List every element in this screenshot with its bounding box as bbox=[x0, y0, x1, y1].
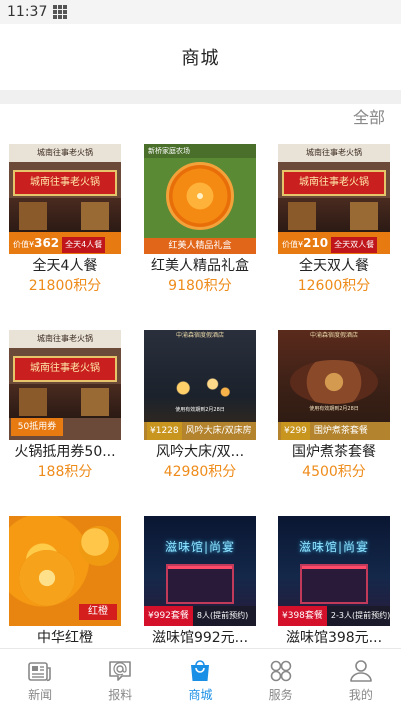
product-card[interactable]: 城南往事老火锅 城南往事老火锅 价值¥362 全天4人餐 全天4人餐 21800积… bbox=[9, 144, 121, 314]
product-title: 中华红橙 bbox=[37, 630, 93, 646]
price-value: ¥992套餐 bbox=[144, 606, 193, 626]
bottom-tabbar: 新闻 报料 商城 服务 我的 bbox=[0, 648, 401, 712]
product-image: 红橙 bbox=[9, 516, 121, 626]
gift-banner: 红美人精品礼盒 bbox=[144, 238, 256, 254]
restaurant-sign: 城南往事老火锅 bbox=[30, 363, 100, 374]
validity-caption: 使用有效期到2月28日 bbox=[309, 406, 359, 412]
tab-label: 报料 bbox=[108, 688, 133, 702]
news-icon bbox=[28, 662, 51, 682]
product-card[interactable]: 新桥家庭农场 红美人精品礼盒 红美人精品礼盒 9180积分 bbox=[144, 144, 256, 314]
product-points: 42980积分 bbox=[163, 464, 237, 480]
product-card[interactable]: 中渝森宿度假酒店 使用有效期到2月28日 ¥1228 风吟大床/双床房 风吟大床/… bbox=[144, 330, 256, 500]
price-prefix: 价值¥ bbox=[282, 240, 304, 249]
product-title: 滋味馆398元... bbox=[285, 630, 383, 646]
orange-image bbox=[19, 550, 75, 606]
tab-profile[interactable]: 我的 bbox=[321, 649, 401, 712]
product-title: 风吟大床/双... bbox=[155, 444, 245, 460]
tab-label: 商城 bbox=[188, 688, 213, 702]
profile-icon bbox=[350, 660, 372, 682]
validity-caption: 使用有效期到2月28日 bbox=[175, 407, 225, 413]
orange-image bbox=[166, 162, 234, 230]
product-title: 全天双人餐 bbox=[299, 258, 369, 274]
product-title: 全天4人餐 bbox=[32, 258, 98, 274]
restaurant-sign: 城南往事老火锅 bbox=[299, 177, 369, 188]
product-card[interactable]: 城南往事老火锅 城南往事老火锅 价值¥210 全天双人餐 全天双人餐 12600积… bbox=[278, 144, 390, 314]
product-points: 4500积分 bbox=[302, 464, 366, 480]
product-image: 中渝森宿度假酒店 使用有效期到2月28日 ¥299 围炉煮茶套餐 bbox=[278, 330, 390, 440]
price-bar: 价值¥210 全天双人餐 bbox=[278, 232, 390, 254]
price-bar: 价值¥362 全天4人餐 bbox=[9, 232, 121, 254]
restaurant-sign: 滋味馆|尚宴 bbox=[164, 540, 236, 554]
product-card[interactable]: 中渝森宿度假酒店 使用有效期到2月28日 ¥299 围炉煮茶套餐 国炉煮茶套餐 4… bbox=[278, 330, 390, 500]
restaurant-sign: 城南往事老火锅 bbox=[30, 177, 100, 188]
product-image: 新桥家庭农场 红美人精品礼盒 bbox=[144, 144, 256, 254]
product-points: 9180积分 bbox=[168, 278, 232, 294]
image-caption: 城南往事老火锅 bbox=[9, 330, 121, 348]
shopping-bag-icon bbox=[191, 660, 210, 681]
price-value: ¥398套餐 bbox=[278, 606, 327, 626]
room-type: 风吟大床/双床房 bbox=[185, 426, 252, 436]
package-note: 8人(提前预约) bbox=[196, 611, 249, 620]
product-title: 红美人精品礼盒 bbox=[151, 258, 249, 274]
price-value: ¥1228 bbox=[147, 422, 182, 440]
product-image: 城南往事老火锅 城南往事老火锅 价值¥210 全天双人餐 bbox=[278, 144, 390, 254]
report-icon bbox=[109, 661, 132, 681]
grid-icon bbox=[53, 5, 68, 19]
status-time: 11:37 bbox=[7, 4, 48, 20]
tab-label: 新闻 bbox=[28, 688, 53, 702]
price-bar: ¥299 围炉煮茶套餐 bbox=[278, 422, 390, 440]
product-image: 滋味馆|尚宴 ¥992套餐 8人(提前预约) bbox=[144, 516, 256, 626]
image-caption: 城南往事老火锅 bbox=[278, 144, 390, 162]
product-card[interactable]: 城南往事老火锅 城南往事老火锅 50抵用券 火锅抵用券50... 188积分 bbox=[9, 330, 121, 500]
tab-news[interactable]: 新闻 bbox=[0, 649, 80, 712]
image-caption: 新桥家庭农场 bbox=[144, 144, 256, 158]
page-header: 商城 bbox=[0, 24, 401, 90]
orange-tag: 红橙 bbox=[79, 604, 117, 620]
product-title: 国炉煮茶套餐 bbox=[292, 444, 376, 460]
meal-tag: 全天双人餐 bbox=[331, 237, 378, 253]
product-image: 滋味馆|尚宴 ¥398套餐 2-3人(提前预约) bbox=[278, 516, 390, 626]
product-points: 188积分 bbox=[37, 464, 93, 480]
tab-report[interactable]: 报料 bbox=[80, 649, 160, 712]
price-value: ¥299 bbox=[281, 422, 310, 440]
image-caption: 中渝森宿度假酒店 bbox=[175, 332, 224, 339]
status-bar: 11:37 bbox=[0, 0, 401, 24]
image-caption: 城南往事老火锅 bbox=[9, 144, 121, 162]
product-title: 滋味馆992元... bbox=[151, 630, 249, 646]
package-note: 2-3人(提前预约) bbox=[330, 611, 390, 620]
price-value: 210 bbox=[303, 236, 329, 250]
tab-services[interactable]: 服务 bbox=[241, 649, 321, 712]
product-image: 城南往事老火锅 城南往事老火锅 50抵用券 bbox=[9, 330, 121, 440]
meal-tag: 全天4人餐 bbox=[62, 237, 106, 253]
all-link[interactable]: 全部 bbox=[353, 104, 385, 128]
tab-label: 我的 bbox=[348, 688, 373, 702]
image-caption: 中渝森宿度假酒店 bbox=[309, 332, 358, 339]
price-prefix: 价值¥ bbox=[13, 240, 35, 249]
tab-shop[interactable]: 商城 bbox=[160, 649, 240, 712]
tab-label: 服务 bbox=[268, 688, 293, 702]
price-bar: ¥992套餐 8人(提前预约) bbox=[144, 606, 256, 626]
product-title: 火锅抵用券50... bbox=[14, 444, 116, 460]
restaurant-sign: 滋味馆|尚宴 bbox=[298, 540, 370, 554]
product-points: 21800积分 bbox=[28, 278, 102, 294]
product-points: 12600积分 bbox=[297, 278, 371, 294]
product-image: 中渝森宿度假酒店 使用有效期到2月28日 ¥1228 风吟大床/双床房 bbox=[144, 330, 256, 440]
package-name: 围炉煮茶套餐 bbox=[313, 426, 368, 436]
price-value: 362 bbox=[34, 236, 60, 250]
voucher-badge: 50抵用券 bbox=[11, 418, 63, 436]
product-image: 城南往事老火锅 城南往事老火锅 价值¥362 全天4人餐 bbox=[9, 144, 121, 254]
page-title: 商城 bbox=[181, 48, 220, 69]
header-divider bbox=[0, 90, 401, 104]
price-bar: ¥1228 风吟大床/双床房 bbox=[144, 422, 256, 440]
price-bar: ¥398套餐 2-3人(提前预约) bbox=[278, 606, 390, 626]
services-icon bbox=[270, 660, 291, 682]
